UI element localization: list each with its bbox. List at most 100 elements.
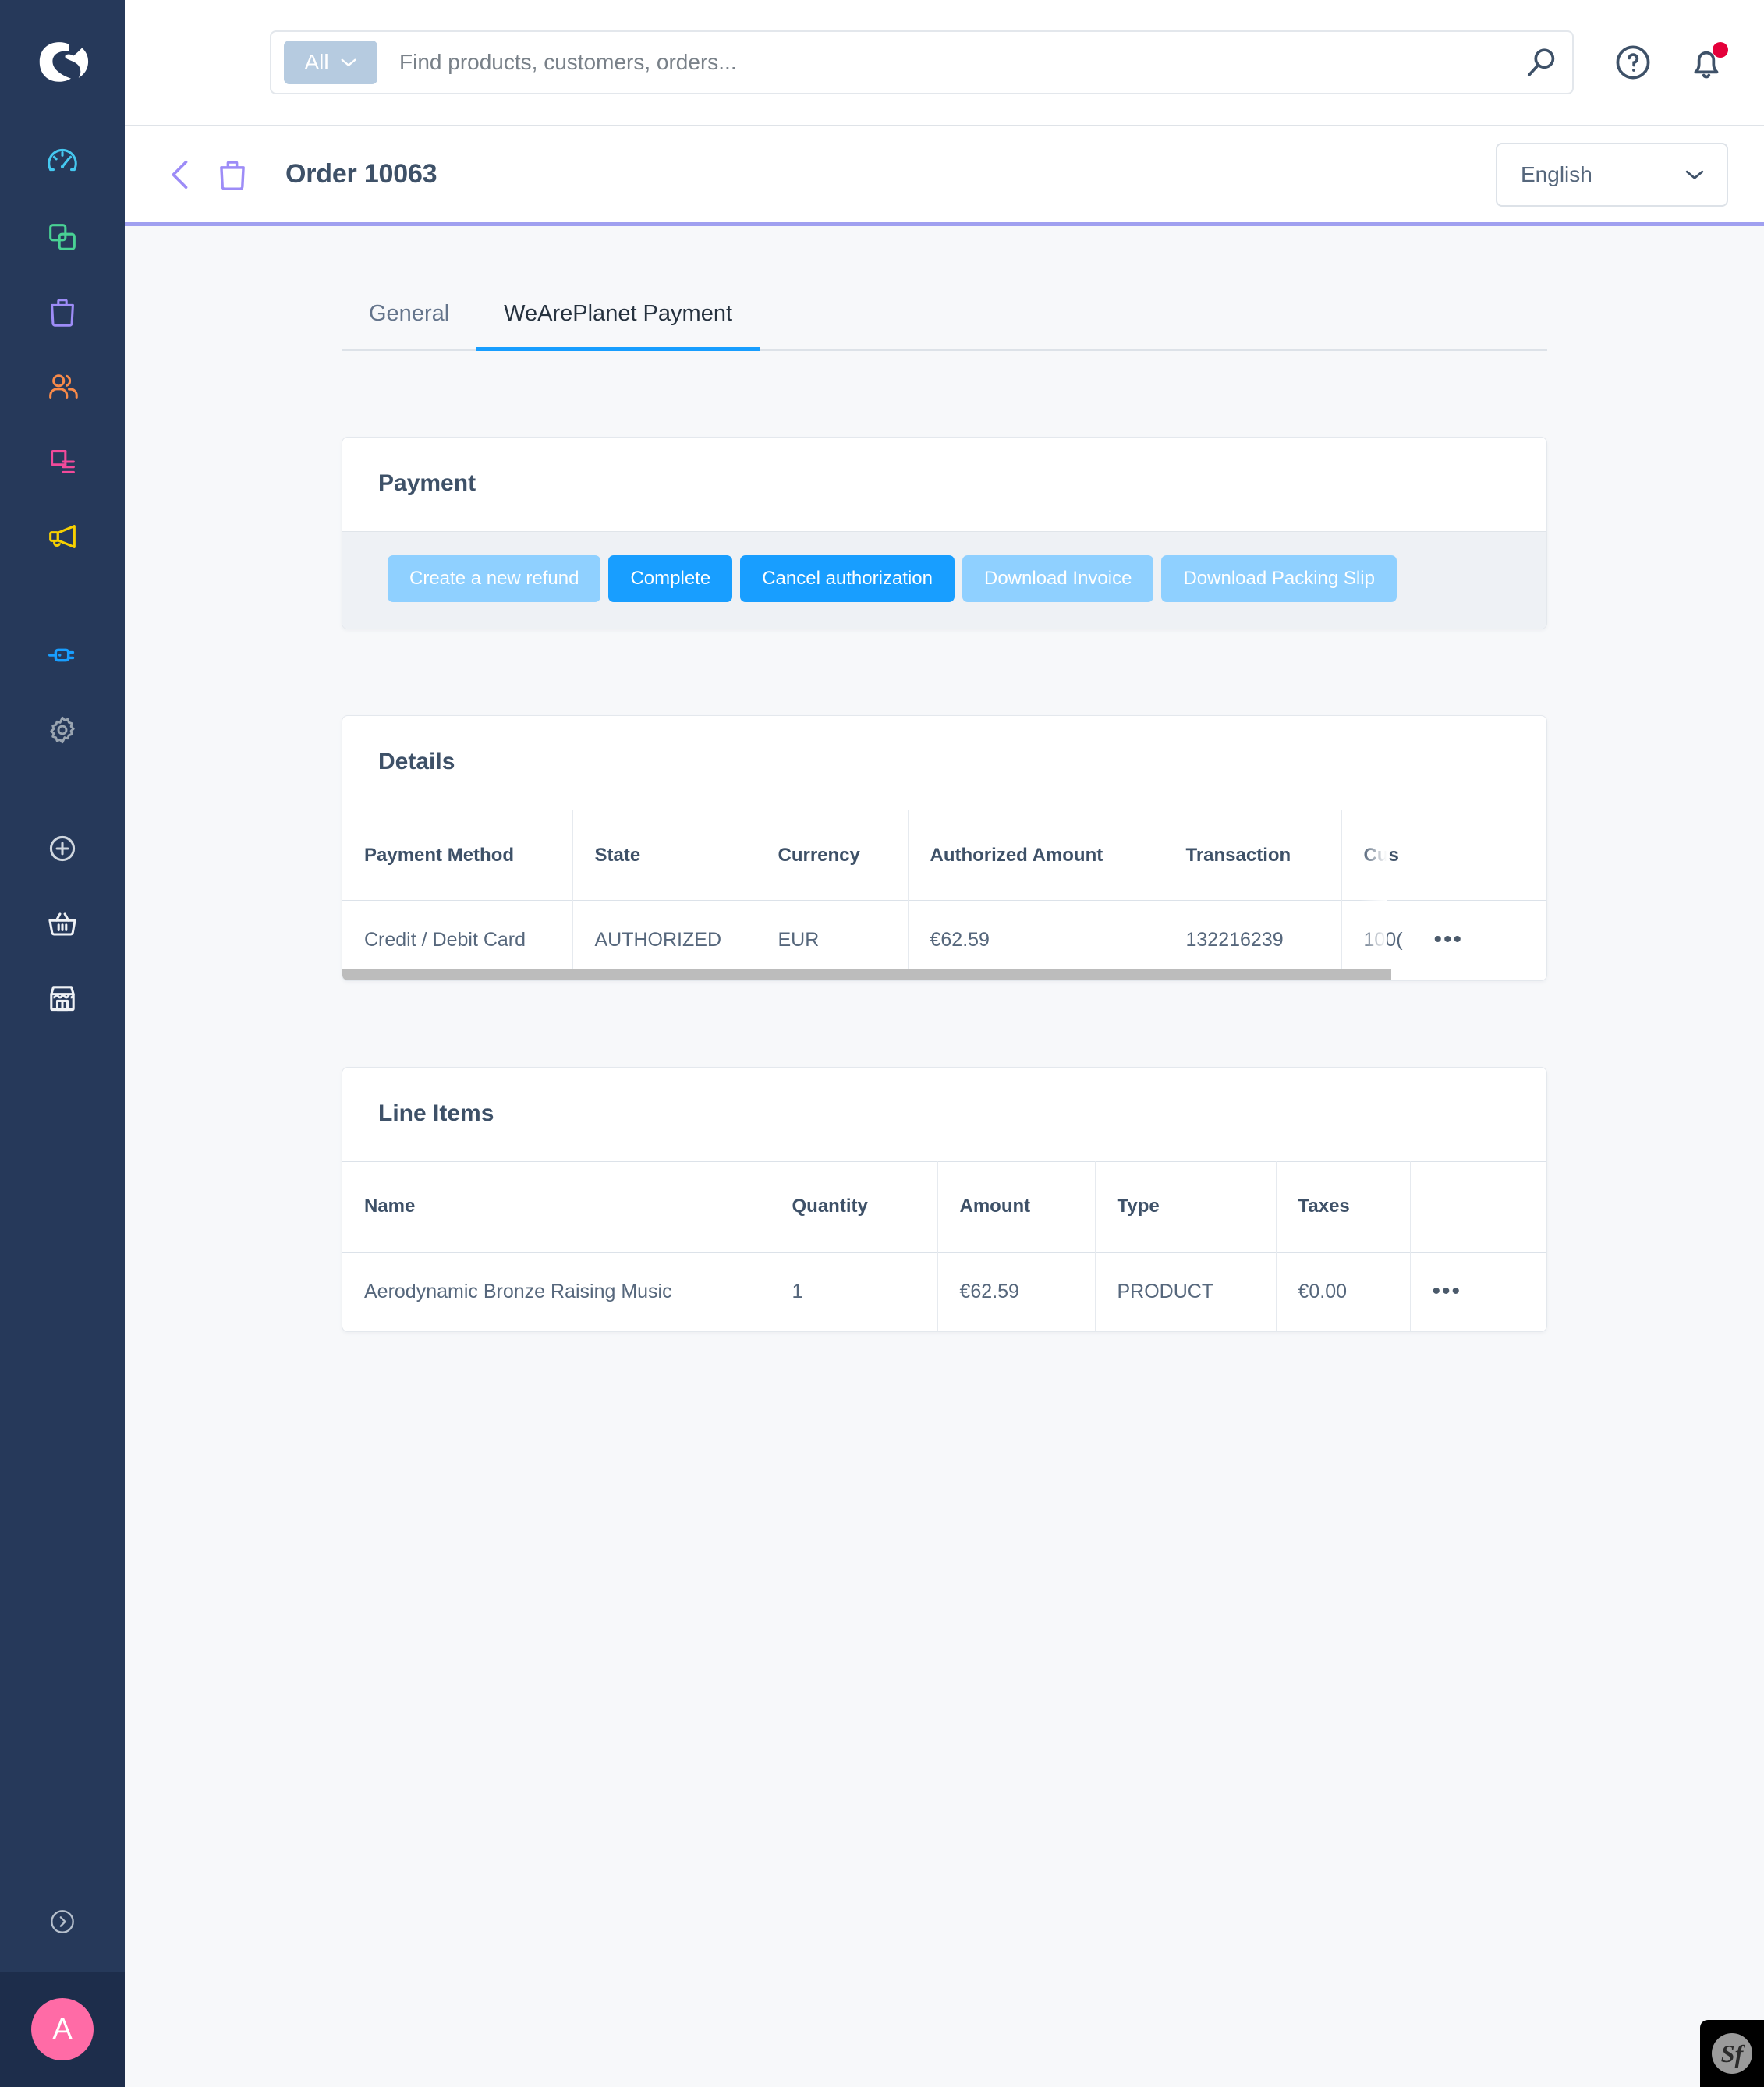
- line-items-card: Line Items Name Quantity: [342, 1067, 1547, 1333]
- notifications-button[interactable]: [1684, 41, 1728, 84]
- sidebar-expand-button[interactable]: [0, 1872, 125, 1972]
- sidebar-logo[interactable]: [0, 0, 125, 125]
- copy-squares-icon: [44, 219, 80, 255]
- sidebar: A: [0, 0, 125, 2087]
- sidebar-item-storefront[interactable]: [0, 961, 125, 1036]
- plug-icon: [44, 637, 80, 673]
- sidebar-item-basket[interactable]: [0, 886, 125, 961]
- details-card-title: Details: [378, 749, 1511, 775]
- app-root: A All: [0, 0, 1764, 2087]
- col-authorized-amount[interactable]: Authorized Amount: [908, 810, 1164, 901]
- cell-taxes: €0.00: [1276, 1252, 1410, 1331]
- col-customer-truncated[interactable]: Cus: [1341, 810, 1412, 901]
- search-scope-button[interactable]: All: [284, 41, 377, 84]
- table-row[interactable]: Aerodynamic Bronze Raising Music 1 €62.5…: [342, 1252, 1546, 1331]
- sidebar-item-content[interactable]: [0, 424, 125, 499]
- cell-authorized-amount: €62.59: [908, 901, 1164, 980]
- sidebar-item-dashboard[interactable]: [0, 125, 125, 200]
- cell-customer: 100(: [1341, 901, 1412, 980]
- tab-general[interactable]: General: [342, 301, 476, 349]
- smart-bar-right: English: [1496, 143, 1728, 207]
- details-card: Details Payment Method State: [342, 715, 1547, 981]
- main-area: All: [125, 0, 1764, 2087]
- download-invoice-button[interactable]: Download Invoice: [962, 555, 1153, 602]
- sidebar-item-settings[interactable]: [0, 693, 125, 767]
- sidebar-item-catalogues[interactable]: [0, 200, 125, 275]
- chevron-left-icon: [161, 154, 201, 195]
- module-icon-wrap: [212, 154, 253, 195]
- content-area: General WeArePlanet Payment Payment Crea…: [125, 226, 1764, 2087]
- details-table-scrollbar[interactable]: [342, 969, 1546, 980]
- col-taxes[interactable]: Taxes: [1276, 1161, 1410, 1252]
- sidebar-item-orders[interactable]: [0, 275, 125, 349]
- content-inner: General WeArePlanet Payment Payment Crea…: [342, 226, 1547, 1332]
- tab-weareplanet-payment[interactable]: WeArePlanet Payment: [476, 301, 760, 349]
- sidebar-item-marketing[interactable]: [0, 499, 125, 574]
- details-table-scrollbar-thumb[interactable]: [342, 969, 1391, 980]
- col-currency[interactable]: Currency: [756, 810, 908, 901]
- symfony-toolbar[interactable]: Sf: [1700, 2020, 1764, 2087]
- storefront-icon: [44, 980, 80, 1016]
- details-table-wrap: Payment Method State Currency Authorized…: [342, 810, 1546, 980]
- gauge-icon: [44, 144, 80, 180]
- sidebar-item-extensions[interactable]: [0, 618, 125, 693]
- row-context-menu-cell: •••: [1412, 901, 1547, 980]
- back-button[interactable]: [161, 154, 201, 195]
- sidebar-bottom: A: [0, 1872, 125, 2087]
- context-menu-button[interactable]: •••: [1434, 927, 1464, 952]
- line-items-table-wrap: Name Quantity Amount Type Taxes: [342, 1161, 1546, 1332]
- cell-currency: EUR: [756, 901, 908, 980]
- sidebar-item-customers[interactable]: [0, 349, 125, 424]
- col-state[interactable]: State: [572, 810, 756, 901]
- col-name[interactable]: Name: [342, 1161, 770, 1252]
- question-circle-icon: [1611, 41, 1655, 84]
- payment-card-header: Payment: [342, 438, 1546, 531]
- search-submit-button[interactable]: [1521, 42, 1561, 83]
- details-table-header-row: Payment Method State Currency Authorized…: [342, 810, 1547, 901]
- sidebar-nav: [0, 125, 125, 1036]
- symfony-logo-icon: Sf: [1712, 2033, 1752, 2074]
- search-input[interactable]: [377, 50, 1521, 75]
- smart-bar: Order 10063 English: [125, 126, 1764, 226]
- cell-transaction: 132216239: [1164, 901, 1341, 980]
- sidebar-user-area[interactable]: A: [0, 1972, 125, 2087]
- context-menu-button[interactable]: •••: [1433, 1278, 1462, 1304]
- shopware-logo-icon: [34, 34, 90, 90]
- payment-card: Payment Create a new refund Complete Can…: [342, 437, 1547, 629]
- notification-badge: [1713, 42, 1728, 58]
- cell-quantity: 1: [770, 1252, 937, 1331]
- cell-payment-method: Credit / Debit Card: [342, 901, 572, 980]
- global-search[interactable]: All: [270, 30, 1574, 94]
- page-title: Order 10063: [285, 159, 437, 190]
- topbar-icons: [1611, 41, 1728, 84]
- details-card-header: Details: [342, 716, 1546, 810]
- search-scope-label: All: [304, 50, 328, 75]
- language-select-value: English: [1521, 162, 1592, 187]
- language-select[interactable]: English: [1496, 143, 1728, 207]
- shopping-bag-icon: [212, 154, 253, 195]
- col-payment-method[interactable]: Payment Method: [342, 810, 572, 901]
- col-type[interactable]: Type: [1095, 1161, 1276, 1252]
- chevron-right-circle-icon: [47, 1906, 78, 1937]
- chevron-down-icon: [340, 57, 357, 68]
- col-amount[interactable]: Amount: [937, 1161, 1095, 1252]
- line-items-table: Name Quantity Amount Type Taxes: [342, 1161, 1546, 1332]
- chevron-down-icon: [1684, 168, 1705, 181]
- col-transaction[interactable]: Transaction: [1164, 810, 1341, 901]
- download-packing-slip-button[interactable]: Download Packing Slip: [1161, 555, 1396, 602]
- sidebar-item-add[interactable]: [0, 811, 125, 886]
- megaphone-icon: [44, 519, 80, 555]
- col-quantity[interactable]: Quantity: [770, 1161, 937, 1252]
- create-refund-button[interactable]: Create a new refund: [388, 555, 600, 602]
- details-table: Payment Method State Currency Authorized…: [342, 810, 1547, 980]
- plus-circle-icon: [44, 831, 80, 866]
- payment-card-title: Payment: [378, 470, 1511, 497]
- cell-state: AUTHORIZED: [572, 901, 756, 980]
- complete-button[interactable]: Complete: [608, 555, 732, 602]
- cancel-authorization-button[interactable]: Cancel authorization: [740, 555, 955, 602]
- table-row[interactable]: Credit / Debit Card AUTHORIZED EUR €62.5…: [342, 901, 1547, 980]
- avatar[interactable]: A: [31, 1998, 94, 2060]
- users-icon: [44, 369, 80, 405]
- shopping-bag-icon: [44, 294, 80, 330]
- help-button[interactable]: [1611, 41, 1655, 84]
